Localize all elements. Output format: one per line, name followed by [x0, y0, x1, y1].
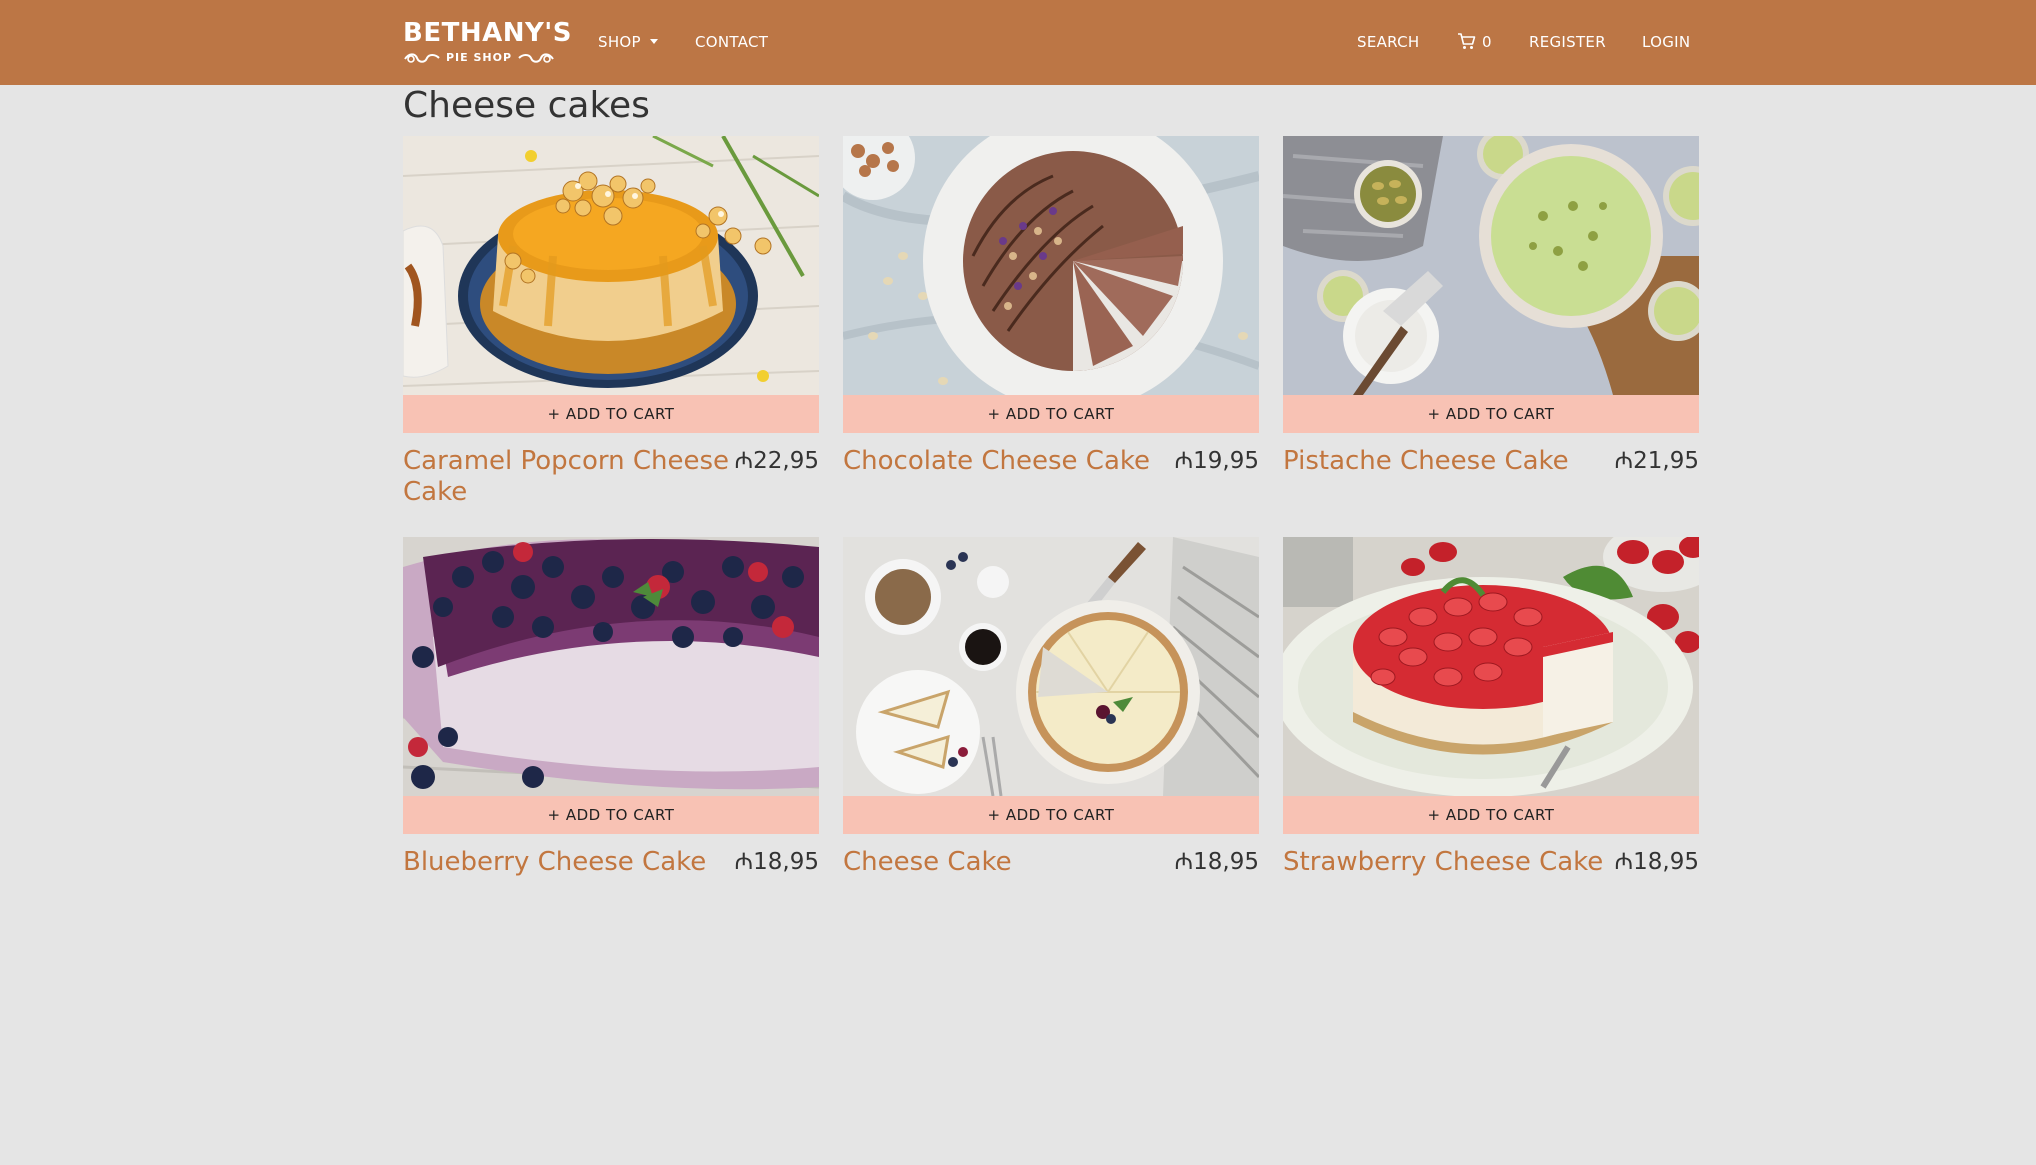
- product-price: ₼18,95: [1174, 849, 1259, 875]
- product-image[interactable]: [403, 537, 819, 796]
- top-navbar: BETHANY'S PIE SHOP SHOP CONTACT SEARCH 0…: [0, 0, 2036, 85]
- add-to-cart-button[interactable]: + ADD TO CART: [1283, 395, 1699, 433]
- nav-search-link[interactable]: SEARCH: [1357, 0, 1420, 85]
- product-price: ₼21,95: [1614, 448, 1699, 474]
- add-to-cart-button[interactable]: + ADD TO CART: [843, 796, 1259, 834]
- product-price: ₼18,95: [1614, 849, 1699, 875]
- pistache-cheesecake-image: [1283, 136, 1699, 395]
- blueberry-cheesecake-image: [403, 537, 819, 796]
- product-image[interactable]: [403, 136, 819, 395]
- nav-login-link[interactable]: LOGIN: [1642, 0, 1690, 85]
- caramel-popcorn-cheesecake-image: [403, 136, 819, 395]
- site-logo[interactable]: BETHANY'S PIE SHOP: [403, 18, 572, 68]
- add-to-cart-button[interactable]: + ADD TO CART: [403, 796, 819, 834]
- chevron-down-icon: [649, 39, 658, 44]
- product-price: ₼22,95: [734, 448, 819, 474]
- nav-shop-label: SHOP: [598, 33, 641, 51]
- chocolate-cheesecake-image: [843, 136, 1259, 395]
- logo-title: BETHANY'S: [403, 18, 572, 48]
- product-price: ₼19,95: [1174, 448, 1259, 474]
- add-to-cart-button[interactable]: + ADD TO CART: [1283, 796, 1699, 834]
- cart-count: 0: [1482, 33, 1492, 51]
- product-price: ₼18,95: [734, 849, 819, 875]
- strawberry-cheesecake-image: [1283, 537, 1699, 796]
- nav-contact-link[interactable]: CONTACT: [695, 0, 768, 85]
- product-name-link[interactable]: Caramel Popcorn Cheese Cake: [403, 446, 733, 508]
- page-title: Cheese cakes: [403, 85, 650, 126]
- product-name-link[interactable]: Pistache Cheese Cake: [1283, 446, 1613, 477]
- add-to-cart-button[interactable]: + ADD TO CART: [843, 395, 1259, 433]
- logo-swirl-right-icon: [518, 53, 554, 63]
- product-name-link[interactable]: Strawberry Cheese Cake: [1283, 847, 1613, 878]
- cheesecake-image: [843, 537, 1259, 796]
- navbar-container: BETHANY'S PIE SHOP SHOP CONTACT SEARCH 0…: [403, 0, 1699, 85]
- product-image[interactable]: [843, 136, 1259, 395]
- nav-shop-dropdown[interactable]: SHOP: [598, 0, 658, 85]
- shopping-cart-icon: [1458, 33, 1476, 49]
- product-image[interactable]: [843, 537, 1259, 796]
- product-name-link[interactable]: Blueberry Cheese Cake: [403, 847, 733, 878]
- product-name-link[interactable]: Cheese Cake: [843, 847, 1173, 878]
- add-to-cart-button[interactable]: + ADD TO CART: [403, 395, 819, 433]
- nav-register-link[interactable]: REGISTER: [1529, 0, 1606, 85]
- product-image[interactable]: [1283, 136, 1699, 395]
- nav-cart-link[interactable]: 0: [1457, 0, 1492, 85]
- product-name-link[interactable]: Chocolate Cheese Cake: [843, 446, 1173, 477]
- product-image[interactable]: [1283, 537, 1699, 796]
